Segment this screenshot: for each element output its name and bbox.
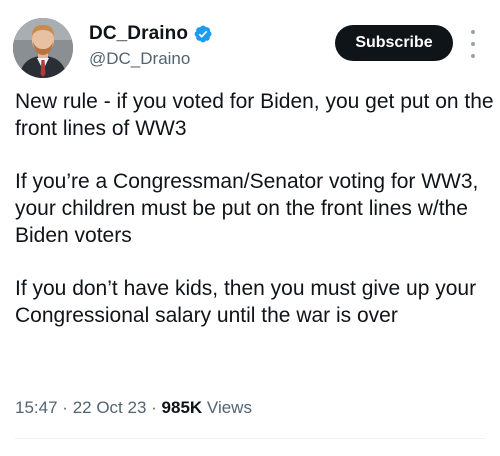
tweet-paragraph: If you don’t have kids, then you must gi… <box>15 277 477 327</box>
meta-separator: · <box>151 398 157 417</box>
views-count[interactable]: 985K <box>162 398 203 417</box>
tweet-paragraph: If you’re a Congressman/Senator voting f… <box>15 170 479 247</box>
views-label: Views <box>206 398 252 417</box>
author-handle[interactable]: @DC_Draino <box>89 49 190 69</box>
meta-separator: · <box>62 398 68 417</box>
subscribe-button[interactable]: Subscribe <box>335 25 453 61</box>
divider <box>15 438 485 439</box>
more-dot <box>471 30 475 34</box>
more-options-icon[interactable] <box>466 30 480 58</box>
verified-badge-icon[interactable] <box>193 24 213 44</box>
tweet-text: New rule - if you voted for Biden, you g… <box>15 88 495 355</box>
avatar-image <box>13 18 73 78</box>
tweet-paragraph: New rule - if you voted for Biden, you g… <box>15 90 494 140</box>
tweet-time[interactable]: 15:47 <box>15 398 58 417</box>
avatar[interactable] <box>13 18 73 78</box>
author-display-name[interactable]: DC_Draino <box>89 23 188 45</box>
more-dot <box>471 42 475 46</box>
tweet-meta: 15:47 · 22 Oct 23 · 985K Views <box>15 398 252 418</box>
tweet-card: DC_Draino @DC_Draino Subscribe New rule … <box>0 0 500 456</box>
tweet-date[interactable]: 22 Oct 23 <box>73 398 147 417</box>
author-name-row: DC_Draino <box>89 23 213 45</box>
more-dot <box>471 54 475 58</box>
